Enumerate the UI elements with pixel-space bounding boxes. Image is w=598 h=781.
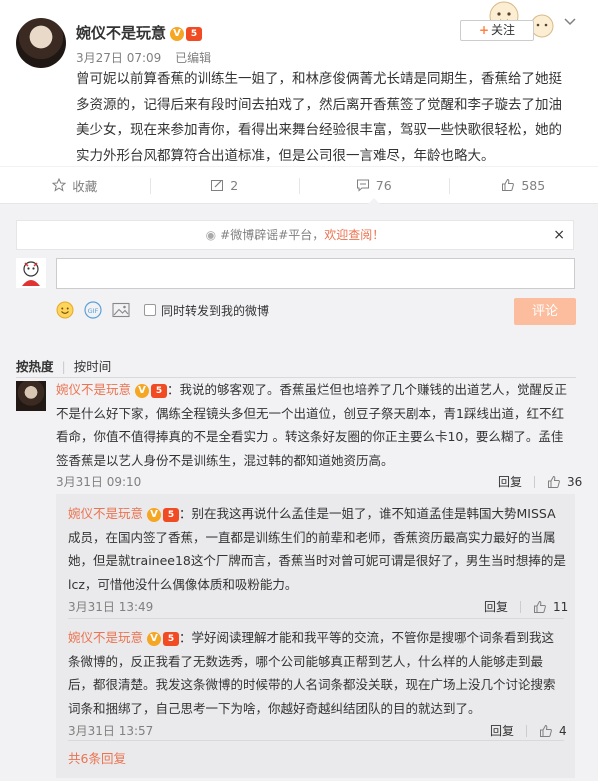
comments-section: ◉ #微博辟谣#平台，欢迎查阅！ × GIF 同时转发到我的微博 评论 按热度 | 按…: [0, 204, 598, 781]
favorite-label: 收藏: [72, 178, 98, 194]
notice-link[interactable]: 欢迎查阅！: [324, 228, 384, 242]
gif-icon[interactable]: GIF: [84, 301, 102, 319]
follow-label: 关注: [491, 23, 516, 37]
chevron-down-icon[interactable]: [562, 14, 578, 30]
thumbs-up-icon[interactable]: [533, 600, 547, 614]
reply-item: 婉仪不是玩意 V 5 ：学好阅读理解才能和我平等的交流，不管你是搜哪个词条看到我这条微…: [68, 626, 566, 720]
tab-sort-hot[interactable]: 按热度: [16, 359, 54, 374]
emoji-icon[interactable]: [56, 301, 74, 319]
comment-count: 76: [375, 177, 392, 193]
tab-sort-time[interactable]: 按时间: [74, 359, 112, 374]
image-icon[interactable]: [112, 302, 130, 318]
post-timestamp[interactable]: 3月27日 07:09: [76, 51, 161, 65]
verified-badge-icon: V: [135, 383, 150, 398]
member-level-icon: 5: [163, 507, 180, 522]
author-avatar[interactable]: [16, 18, 66, 68]
follow-button[interactable]: + 关注: [460, 20, 534, 41]
like-count: 585: [521, 177, 546, 193]
reply-actions: 回复 11: [484, 598, 568, 615]
repost-checkbox[interactable]: [144, 304, 156, 316]
weibo-post: 婉仪不是玩意 V 5 3月27日 07:09 已编辑 + 关注 曾可妮以前算香蕉的训练…: [0, 0, 598, 166]
post-text: 曾可妮以前算香蕉的训练生一姐了，和林彦俊俩菁尤长靖是同期生，香蕉给了她挺多资源的…: [76, 71, 562, 164]
comment-item: 婉仪不是玩意 V 5 ：我说的够客观了。香蕉虽烂但也培养了几个赚钱的出道艺人，觉醒反正…: [56, 378, 575, 472]
comment-text: ：我说的够客观了。香蕉虽烂但也培养了几个赚钱的出道艺人，觉醒反正不是什么好下家，…: [56, 382, 568, 468]
thumbs-up-icon[interactable]: [539, 724, 553, 738]
notice-text: 平台，: [288, 228, 325, 242]
commenter-avatar[interactable]: [16, 381, 46, 411]
member-level-icon: 5: [186, 26, 203, 41]
submit-comment-button[interactable]: 评论: [514, 298, 576, 325]
comment-button[interactable]: 76: [299, 167, 449, 204]
reply-button[interactable]: 回复: [484, 598, 508, 615]
reply-button[interactable]: 回复: [498, 473, 522, 490]
star-icon: [52, 178, 67, 192]
reply-item: 婉仪不是玩意 V 5 ：别在我这再说什么孟佳是一姐了，谁不知道孟佳是韩国大势MISSA…: [68, 502, 566, 596]
reply-like-count: 11: [553, 599, 569, 614]
thumbs-up-icon: [502, 178, 515, 191]
thumbs-up-icon[interactable]: [547, 475, 561, 489]
verified-badge-icon: V: [147, 631, 162, 646]
reply-username[interactable]: 婉仪不是玩意: [68, 630, 143, 645]
repost-count: 2: [230, 177, 239, 193]
reply-actions: 回复 4: [490, 722, 567, 739]
like-button[interactable]: 585: [448, 167, 598, 203]
favorite-button[interactable]: 收藏: [0, 167, 150, 203]
svg-text:GIF: GIF: [88, 307, 99, 315]
divider: [534, 475, 536, 488]
comment-timestamp: 3月31日 09:10: [56, 475, 142, 489]
edited-label[interactable]: 已编辑: [175, 51, 211, 65]
view-all-replies-link[interactable]: 共6条回复: [68, 748, 126, 767]
verified-badge-icon: V: [170, 26, 185, 41]
composer-tools: GIF 同时转发到我的微博: [56, 300, 269, 320]
divider: [520, 600, 522, 613]
rumor-notice-bar: ◉ #微博辟谣#平台，欢迎查阅！ ×: [16, 220, 574, 250]
notice-hashtag[interactable]: #微博辟谣#: [220, 228, 288, 242]
repost-icon: [211, 180, 224, 191]
reply-timestamp: 3月31日 13:49: [68, 600, 154, 614]
repost-option-label[interactable]: 同时转发到我的微博: [161, 302, 269, 319]
post-action-bar: 收藏 2 76 585: [0, 166, 598, 204]
comment-actions: 回复 36: [498, 473, 582, 490]
current-user-avatar: [16, 258, 46, 288]
hashtag-icon: ◉: [205, 228, 217, 242]
author-name-row: 婉仪不是玩意 V 5: [76, 22, 203, 43]
comment-input[interactable]: [56, 258, 575, 289]
reply-button[interactable]: 回复: [490, 722, 514, 739]
reply-timestamp: 3月31日 13:57: [68, 724, 154, 738]
repost-button[interactable]: 2: [149, 167, 300, 203]
plus-icon: +: [478, 23, 490, 37]
post-meta: 3月27日 07:09 已编辑: [76, 49, 211, 66]
comment-username[interactable]: 婉仪不是玩意: [56, 382, 131, 397]
sort-divider: |: [61, 359, 66, 374]
reply-divider: [68, 618, 564, 619]
sort-tabs: 按热度 | 按时间: [16, 356, 111, 375]
reply-thread: 婉仪不是玩意 V 5 ：别在我这再说什么孟佳是一姐了，谁不知道孟佳是韩国大势MISSA…: [56, 494, 575, 778]
divider: [526, 724, 528, 737]
reply-divider: [68, 740, 564, 741]
reply-like-count: 4: [559, 723, 567, 738]
comment-like-count: 36: [567, 474, 583, 489]
author-name[interactable]: 婉仪不是玩意: [76, 24, 166, 42]
member-level-icon: 5: [151, 383, 168, 398]
verified-badge-icon: V: [147, 507, 162, 522]
close-icon[interactable]: ×: [553, 221, 565, 249]
member-level-icon: 5: [163, 631, 180, 646]
reply-username[interactable]: 婉仪不是玩意: [68, 506, 143, 521]
comment-icon: [356, 179, 369, 192]
